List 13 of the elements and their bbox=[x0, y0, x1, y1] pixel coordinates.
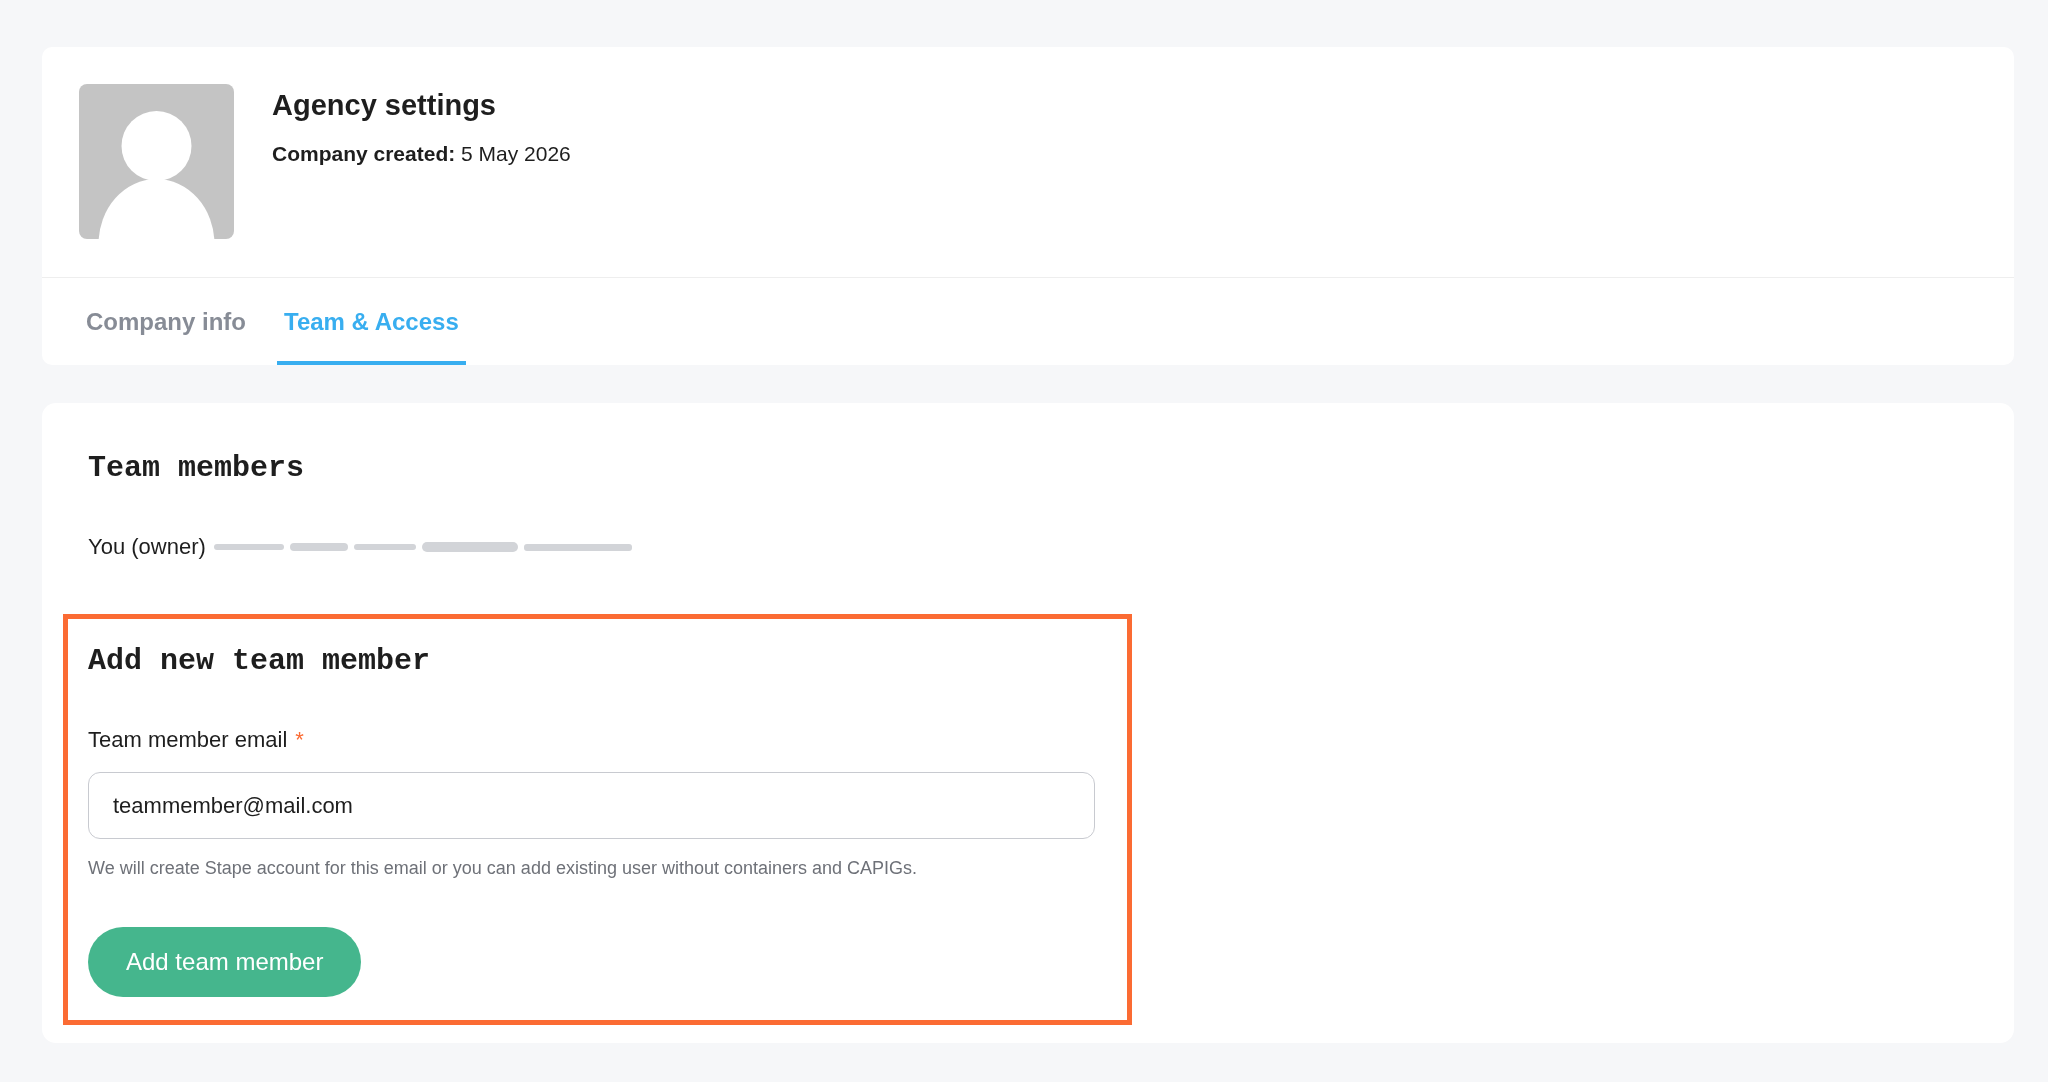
avatar-icon bbox=[79, 84, 234, 239]
tab[interactable]: Company info bbox=[79, 278, 253, 365]
tab[interactable]: Team & Access bbox=[277, 278, 466, 365]
company-created-text: Company created: 5 May 2026 bbox=[272, 141, 571, 167]
page-title: Agency settings bbox=[272, 88, 496, 122]
add-team-member-button[interactable]: Add team member bbox=[88, 927, 362, 997]
required-asterisk: * bbox=[295, 726, 304, 754]
field-label: Team member email bbox=[88, 726, 288, 754]
section-heading: Add new team member bbox=[88, 643, 431, 679]
email-input[interactable]: teammember@mail.com bbox=[88, 772, 1095, 839]
owner-label: You (owner) bbox=[88, 533, 206, 561]
field-hint: We will create Stape account for this email or you can add existing user without containers and CAPIGs. bbox=[88, 857, 918, 880]
section-heading: Team members bbox=[88, 450, 305, 486]
